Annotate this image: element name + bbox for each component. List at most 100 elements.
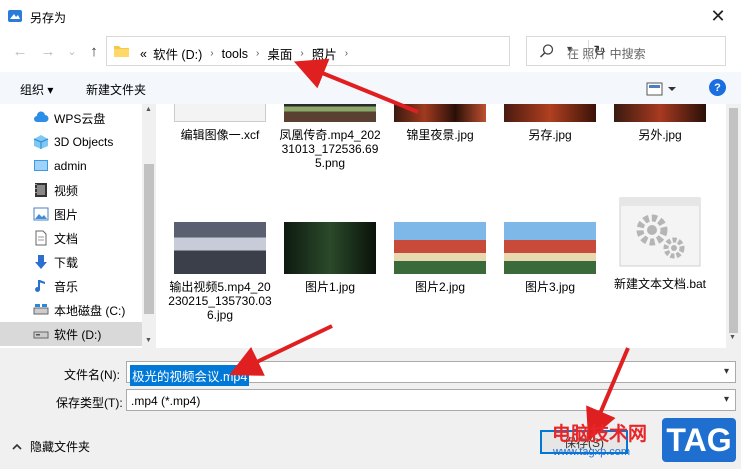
- list-item[interactable]: 图片1.jpg: [278, 222, 382, 294]
- file-name: 凤凰传奇.mp4_20231013_172536.695.png: [279, 128, 381, 170]
- sidebar-item-label: 图片: [54, 207, 79, 222]
- sidebar-item-music[interactable]: 音乐: [0, 274, 142, 298]
- close-button[interactable]: ✕: [695, 0, 741, 32]
- sidebar-item-label: WPS云盘: [54, 111, 106, 126]
- search-box[interactable]: 在 照片 中搜索: [526, 36, 726, 66]
- view-options-icon[interactable]: [646, 81, 678, 97]
- breadcrumb-separator[interactable]: ›: [295, 48, 308, 59]
- list-item[interactable]: 另存.jpg: [498, 104, 602, 142]
- file-thumbnail: [504, 222, 596, 274]
- cube-icon: [33, 135, 49, 149]
- list-item[interactable]: 锦里夜景.jpg: [388, 104, 492, 142]
- sidebar-item-3d-objects[interactable]: 3D Objects: [0, 130, 142, 154]
- list-item[interactable]: 另外.jpg: [608, 104, 712, 142]
- sidebar-item-label: 文档: [54, 231, 79, 246]
- document-icon: [35, 230, 47, 246]
- music-icon: [35, 280, 45, 292]
- filename-label: 文件名(N):: [64, 368, 120, 382]
- filename-field[interactable]: 极光的视频会议.mp4 ▾: [126, 361, 736, 386]
- search-icon: [539, 44, 554, 58]
- list-item[interactable]: 新建文本文档.bat: [608, 196, 712, 291]
- scrollbar-thumb[interactable]: [729, 108, 738, 333]
- forward-button[interactable]: →: [38, 41, 58, 61]
- file-type-value: .mp4 (*.mp4): [131, 394, 201, 408]
- breadcrumb-lead[interactable]: «: [137, 47, 150, 61]
- list-item[interactable]: 图片2.jpg: [388, 222, 492, 294]
- sidebar-item-drive-d[interactable]: 软件 (D:): [0, 322, 142, 346]
- scroll-down-icon[interactable]: ▼: [729, 334, 736, 341]
- hide-folders-toggle[interactable]: 隐藏文件夹: [12, 438, 90, 455]
- recent-locations-button[interactable]: ⌄: [62, 41, 82, 61]
- breadcrumb: « 软件 (D:) › tools › 桌面 › 照片 ›: [137, 44, 353, 63]
- chevron-down-icon[interactable]: ▾: [724, 366, 729, 377]
- window-title: 另存为: [30, 11, 67, 25]
- file-name: 图片2.jpg: [414, 280, 466, 294]
- back-button[interactable]: ←: [10, 41, 30, 61]
- sidebar-item-label: 软件 (D:): [54, 327, 102, 342]
- hide-folders-label: 隐藏文件夹: [30, 440, 91, 454]
- new-folder-button[interactable]: 新建文件夹: [86, 81, 146, 98]
- address-bar[interactable]: « 软件 (D:) › tools › 桌面 › 照片 › ▾ ↻: [106, 36, 606, 66]
- breadcrumb-item[interactable]: 软件 (D:): [150, 44, 205, 63]
- sidebar-item-pictures[interactable]: 图片: [0, 202, 142, 226]
- sidebar-item-label: 音乐: [54, 279, 79, 294]
- gear-icon: [619, 197, 701, 267]
- scrollbar-thumb[interactable]: [144, 164, 154, 314]
- breadcrumb-separator[interactable]: ›: [205, 48, 218, 59]
- content-scrollbar[interactable]: ▼: [726, 104, 741, 348]
- list-item[interactable]: 凤凰传奇.mp4_20231013_172536.695.png: [278, 104, 382, 170]
- sidebar-scrollbar[interactable]: ▲ ▼: [142, 104, 156, 348]
- list-item[interactable]: 编辑图像一.xcf: [168, 104, 272, 142]
- file-thumbnail: [394, 104, 486, 122]
- file-name: 锦里夜景.jpg: [406, 128, 474, 142]
- file-thumbnail: [394, 222, 486, 274]
- sidebar-item-label: 下载: [54, 255, 79, 270]
- watermark-tag: TAG: [662, 418, 736, 462]
- sidebar-item-label: 视频: [54, 183, 79, 198]
- help-button[interactable]: ?: [709, 79, 726, 96]
- file-thumbnail: [284, 104, 376, 122]
- breadcrumb-item[interactable]: 桌面: [264, 44, 295, 63]
- title-bar: 另存为 ✕: [0, 0, 741, 32]
- navigation-bar: ← → ⌄ ↑ « 软件 (D:) › tools › 桌面 › 照片 › ▾ …: [0, 32, 741, 70]
- filename-input[interactable]: 极光的视频会议.mp4: [130, 365, 250, 386]
- sidebar-item-label: 3D Objects: [54, 135, 114, 149]
- file-type-select[interactable]: .mp4 (*.mp4) ▾: [126, 389, 736, 411]
- breadcrumb-item[interactable]: 照片: [309, 44, 340, 63]
- file-thumbnail: [614, 104, 706, 122]
- organize-button[interactable]: 组织 ▾: [20, 81, 53, 98]
- watermark-text: 电脑技术网: [552, 423, 648, 445]
- navigation-pane: WPS云盘 3D Objects admin 视频 图片 文档 下载 音乐 本地…: [0, 104, 156, 348]
- sidebar-item-admin[interactable]: admin: [0, 154, 142, 178]
- chevron-up-icon: [12, 443, 22, 450]
- list-item[interactable]: 输出视频5.mp4_20230215_135730.036.jpg: [168, 222, 272, 322]
- drive-icon: [33, 331, 49, 339]
- file-thumbnail: [504, 104, 596, 122]
- up-button[interactable]: ↑: [84, 41, 104, 61]
- search-input[interactable]: 在 照片 中搜索: [567, 45, 646, 62]
- file-name: 图片1.jpg: [304, 280, 356, 294]
- breadcrumb-separator[interactable]: ›: [340, 48, 353, 59]
- sidebar-item-documents[interactable]: 文档: [0, 226, 142, 250]
- scroll-up-icon[interactable]: ▲: [145, 106, 152, 113]
- watermark-url: www.tagxp.com: [553, 446, 631, 458]
- folder-icon: [114, 46, 129, 57]
- user-icon: [34, 160, 48, 171]
- sidebar-item-drive-c[interactable]: 本地磁盘 (C:): [0, 298, 142, 322]
- file-thumbnail: [174, 104, 266, 122]
- file-name: 输出视频5.mp4_20230215_135730.036.jpg: [168, 280, 272, 322]
- breadcrumb-separator[interactable]: ›: [251, 48, 264, 59]
- sidebar-item-downloads[interactable]: 下载: [0, 250, 142, 274]
- file-thumbnail: [284, 222, 376, 274]
- sidebar-item-videos[interactable]: 视频: [0, 178, 142, 202]
- sidebar-item-wps-cloud[interactable]: WPS云盘: [0, 106, 142, 130]
- file-name: 图片3.jpg: [524, 280, 576, 294]
- file-type-label: 保存类型(T):: [56, 396, 123, 410]
- file-list: 编辑图像一.xcf 凤凰传奇.mp4_20231013_172536.695.p…: [160, 104, 726, 348]
- breadcrumb-item[interactable]: tools: [219, 47, 251, 61]
- list-item[interactable]: 图片3.jpg: [498, 222, 602, 294]
- file-name: 另外.jpg: [638, 128, 682, 142]
- scroll-down-icon[interactable]: ▼: [145, 337, 152, 344]
- chevron-down-icon[interactable]: ▾: [724, 394, 729, 405]
- drive-icon: [33, 304, 49, 315]
